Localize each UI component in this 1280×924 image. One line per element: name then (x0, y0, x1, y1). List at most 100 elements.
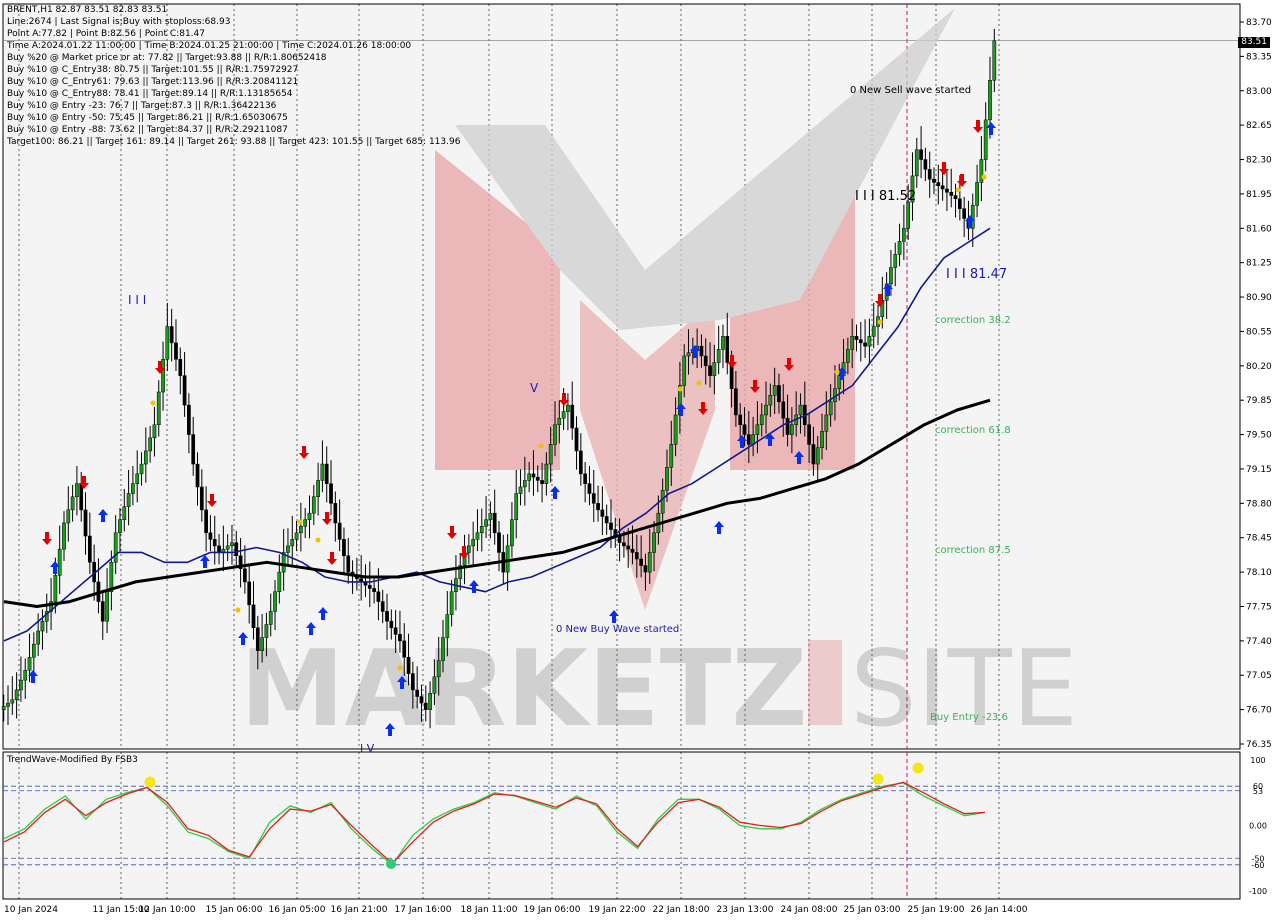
oscillator-plot-area (2, 751, 1241, 900)
y-tick-label: 82.30 (1246, 156, 1272, 166)
correction-875-label: correction 87.5 (935, 545, 1011, 556)
candle (62, 522, 66, 550)
candle (923, 159, 928, 170)
candle (639, 558, 643, 566)
candle (441, 637, 445, 661)
candle (591, 493, 596, 504)
candle (561, 411, 566, 419)
candle (703, 355, 708, 367)
y-tick-label: 82.65 (1246, 121, 1272, 131)
y-tick-label: 79.15 (1246, 465, 1272, 475)
candle (187, 404, 191, 435)
candle (436, 660, 441, 678)
candle (871, 326, 876, 337)
candle (850, 336, 855, 350)
y-tick-label: 81.60 (1246, 224, 1272, 234)
candle (83, 509, 88, 537)
x-tick-label: 19 Jan 06:00 (524, 905, 581, 915)
info-line: Buy %10 @ Entry -23: 76.7 || Target:87.3… (7, 101, 277, 111)
candle (126, 493, 131, 507)
signal-dot (315, 537, 321, 543)
candle (36, 630, 40, 645)
y-tick-label: 77.75 (1246, 602, 1272, 612)
x-tick-label: 24 Jan 08:00 (781, 905, 838, 915)
candle (945, 188, 949, 193)
candle (807, 424, 811, 445)
candle (148, 437, 152, 452)
candle (118, 519, 122, 534)
y-tick-label: 83.00 (1246, 87, 1272, 97)
candle (428, 692, 432, 710)
candle (893, 254, 898, 268)
candle (768, 395, 773, 406)
candle (488, 512, 493, 520)
candle (914, 149, 919, 177)
osc-level-label: -60 (1251, 861, 1264, 870)
candle (449, 591, 454, 615)
candle (178, 359, 183, 376)
x-tick-label: 16 Jan 05:00 (269, 905, 326, 915)
candle (174, 342, 178, 360)
candle (57, 548, 62, 576)
candle (156, 391, 161, 425)
x-tick-label: 16 Jan 21:00 (331, 905, 388, 915)
candle (199, 486, 204, 511)
candle (940, 185, 945, 190)
candle (492, 512, 497, 534)
watermark-bar (808, 640, 842, 725)
candle (53, 575, 58, 602)
candle (423, 702, 428, 710)
current-price-tag: 83.51 (1238, 37, 1270, 48)
candle (264, 624, 269, 638)
info-line: Line:2674 | Last Signal is:Buy with stop… (7, 17, 231, 27)
wave-b-label: I I I 81.52 (855, 189, 916, 204)
info-line: Buy %10 @ Entry -50: 75.45 || Target:86.… (7, 113, 288, 123)
candle (169, 326, 174, 344)
candle (204, 509, 208, 534)
wave-iii-label: I I I (128, 293, 146, 307)
candle (566, 404, 570, 412)
candle (828, 401, 833, 416)
candle (514, 493, 519, 520)
candle (790, 424, 794, 435)
y-tick-label: 80.20 (1246, 362, 1272, 372)
candle (367, 584, 372, 589)
candle (531, 473, 536, 478)
candle (320, 463, 325, 481)
candle (630, 548, 635, 553)
y-tick-label: 80.55 (1246, 327, 1272, 337)
y-tick-label: 77.40 (1246, 637, 1272, 647)
osc-signal-dot (872, 773, 884, 785)
candle (927, 169, 932, 180)
signal-dot (297, 519, 303, 525)
candle (152, 424, 157, 439)
candle (398, 634, 402, 642)
candle (376, 591, 381, 602)
candle (299, 526, 303, 534)
candle (294, 532, 299, 540)
x-tick-label: 26 Jan 14:00 (971, 905, 1028, 915)
y-tick-label: 81.95 (1246, 190, 1272, 200)
candle (583, 473, 587, 484)
info-line: Point A:77.82 | Point B:82.56 | Point C:… (7, 29, 205, 39)
candle (953, 195, 958, 200)
x-tick-label: 19 Jan 22:00 (589, 905, 646, 915)
candle (406, 656, 411, 674)
info-line: Buy %20 @ Market price or at: 77.82 || T… (7, 53, 327, 63)
candle (372, 588, 376, 592)
candle (858, 339, 863, 344)
candle (100, 601, 105, 622)
candle (385, 611, 389, 622)
candle (505, 545, 510, 573)
buy-wave-label: 0 New Buy Wave started (556, 624, 679, 635)
candle (122, 506, 127, 520)
y-tick-label: 78.10 (1246, 568, 1272, 578)
candle (337, 522, 342, 540)
candle (708, 365, 712, 376)
x-tick-label: 25 Jan 19:00 (908, 905, 965, 915)
candle (634, 552, 639, 560)
candle (781, 401, 786, 419)
candle (411, 673, 415, 691)
info-line: Buy %10 @ C_Entry61: 79.63 || Target:113… (7, 77, 299, 87)
candle (286, 545, 290, 553)
